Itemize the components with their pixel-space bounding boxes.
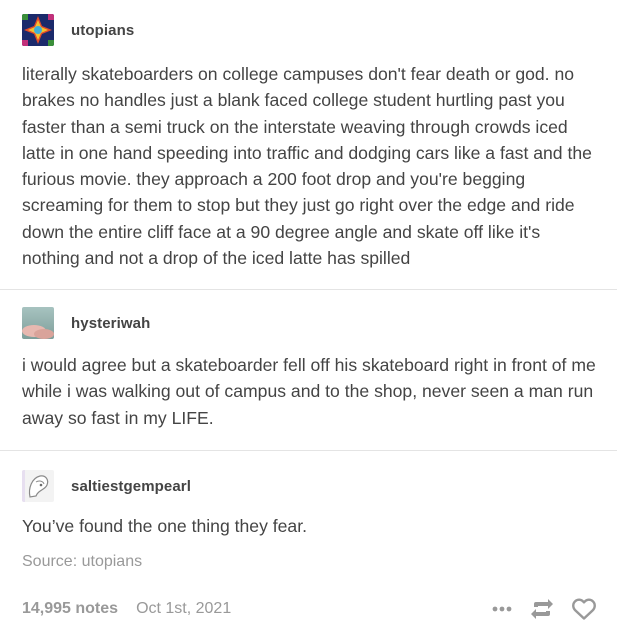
post-text: i would agree but a skateboarder fell of…	[22, 355, 596, 428]
post-actions	[491, 597, 597, 621]
reblog-entry-hysteriwah: hysteriwah i would agree but a skateboar…	[0, 290, 617, 451]
reblog-entry-saltiestgempearl: saltiestgempearl You’ve found the one th…	[0, 451, 617, 539]
post-footer: 14,995 notes Oct 1st, 2021	[22, 592, 597, 626]
notes-count[interactable]: 14,995 notes	[22, 600, 118, 618]
username-link[interactable]: hysteriwah	[71, 315, 150, 332]
reblog-icon[interactable]	[529, 597, 555, 621]
avatar-saltiestgempearl[interactable]	[22, 470, 54, 502]
reblog-header: saltiestgempearl	[22, 470, 191, 502]
source-attribution: Source: utopians	[22, 553, 142, 571]
source-link[interactable]: utopians	[82, 553, 143, 570]
reblog-header: utopians	[22, 14, 134, 46]
reblog-header: hysteriwah	[22, 307, 150, 339]
post-text: You’ve found the one thing they fear.	[22, 516, 307, 536]
avatar-hysteriwah[interactable]	[22, 307, 54, 339]
username-link[interactable]: utopians	[71, 22, 134, 39]
post-date: Oct 1st, 2021	[136, 600, 232, 617]
reblog-entry-utopians: utopians literally skateboarders on coll…	[0, 0, 617, 290]
source-label: Source:	[22, 553, 78, 570]
tumblr-post: utopians literally skateboarders on coll…	[0, 0, 617, 643]
username-link[interactable]: saltiestgempearl	[71, 478, 191, 495]
post-text: literally skateboarders on college campu…	[22, 64, 592, 269]
heart-icon[interactable]	[571, 597, 597, 621]
avatar-utopians[interactable]	[22, 14, 54, 46]
more-dots-icon[interactable]	[491, 598, 513, 620]
